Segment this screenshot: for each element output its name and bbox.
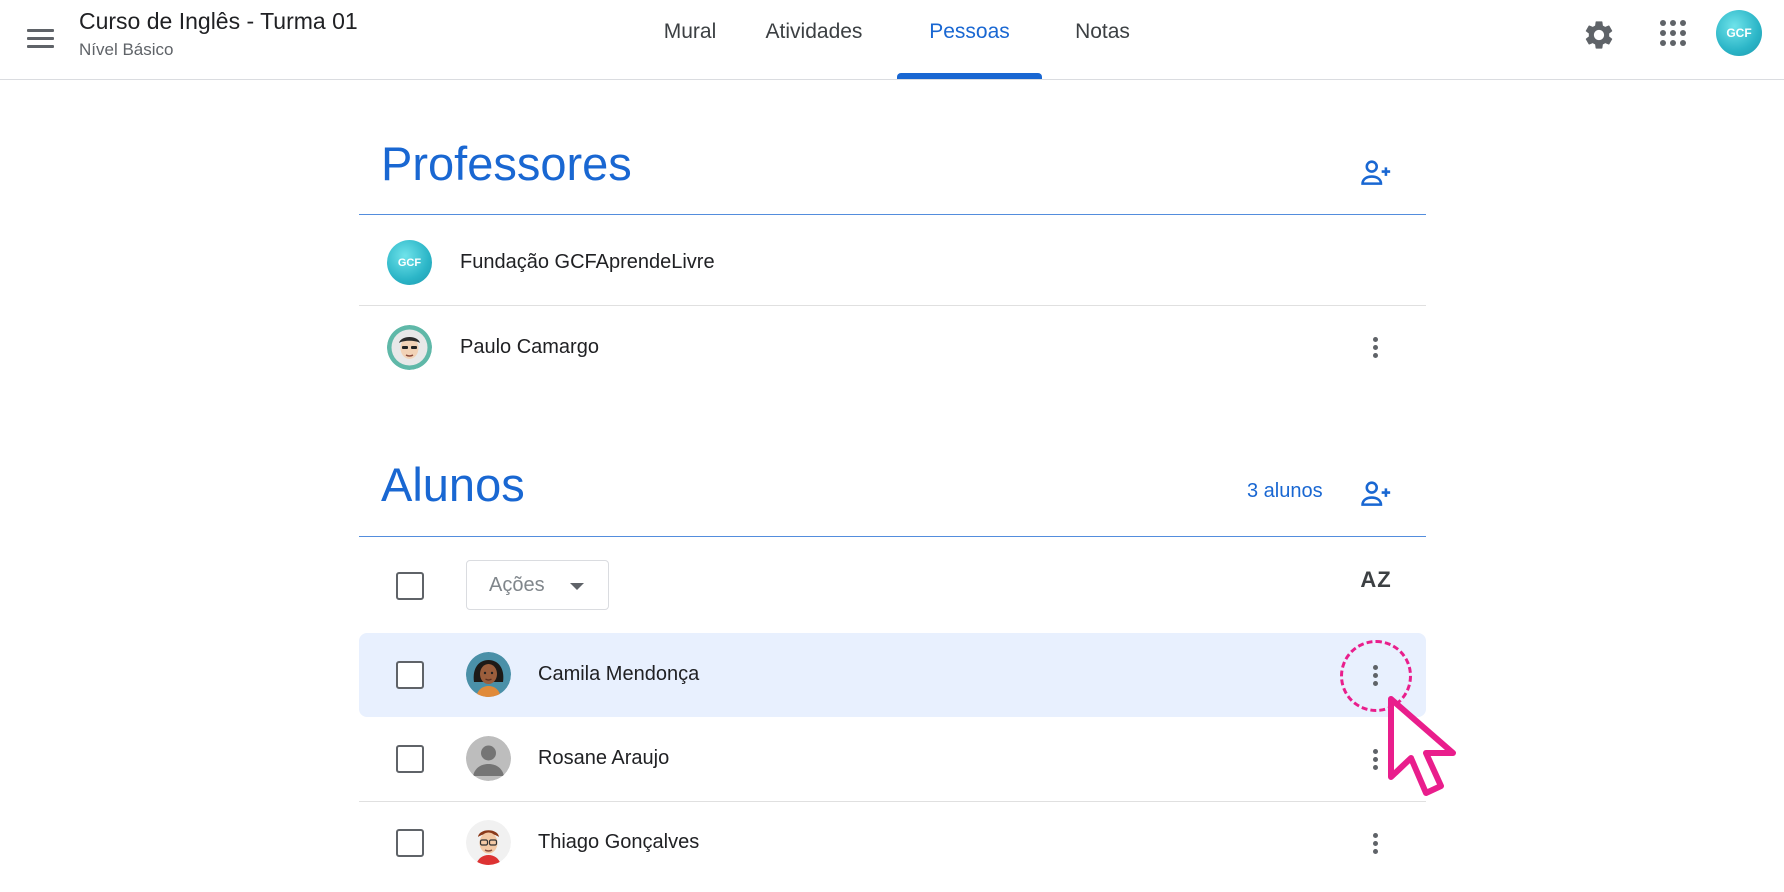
invite-teacher-icon[interactable] bbox=[1358, 155, 1394, 191]
class-title[interactable]: Curso de Inglês - Turma 01 bbox=[79, 8, 358, 35]
account-avatar-label: GCF bbox=[1726, 26, 1752, 40]
teachers-section-title: Professores bbox=[381, 137, 632, 190]
invite-student-icon[interactable] bbox=[1358, 476, 1394, 512]
students-section-title: Alunos bbox=[381, 458, 525, 511]
menu-icon[interactable] bbox=[22, 20, 58, 56]
chevron-down-icon bbox=[570, 583, 584, 590]
cursor-arrow-icon bbox=[1388, 696, 1456, 796]
active-tab-indicator bbox=[897, 73, 1042, 79]
avatar bbox=[387, 325, 432, 370]
sort-az-icon[interactable]: AZ bbox=[1358, 562, 1394, 598]
tab-mural[interactable]: Mural bbox=[640, 20, 740, 80]
student-checkbox[interactable] bbox=[396, 661, 424, 689]
row-divider bbox=[359, 305, 1426, 306]
avatar: GCF bbox=[387, 240, 432, 285]
tab-atividades[interactable]: Atividades bbox=[759, 20, 869, 80]
select-all-checkbox[interactable] bbox=[396, 572, 424, 600]
student-name: Rosane Araujo bbox=[538, 747, 670, 769]
actions-dropdown[interactable]: Ações bbox=[466, 560, 609, 610]
avatar bbox=[466, 736, 511, 781]
more-options-icon[interactable] bbox=[1355, 327, 1395, 367]
teacher-name: Paulo Camargo bbox=[460, 336, 599, 358]
avatar bbox=[466, 652, 511, 697]
tab-notas[interactable]: Notas bbox=[1070, 20, 1135, 80]
row-divider bbox=[359, 801, 1426, 802]
student-checkbox[interactable] bbox=[396, 829, 424, 857]
students-count: 3 alunos bbox=[1247, 480, 1323, 502]
student-name: Thiago Gonçalves bbox=[538, 831, 700, 853]
apps-grid-icon[interactable] bbox=[1660, 20, 1686, 46]
highlighted-row bbox=[359, 633, 1426, 717]
tab-pessoas[interactable]: Pessoas bbox=[917, 20, 1022, 80]
student-name: Camila Mendonça bbox=[538, 663, 700, 685]
teacher-avatar-label: GCF bbox=[397, 256, 422, 269]
more-options-icon[interactable] bbox=[1355, 823, 1395, 863]
student-checkbox[interactable] bbox=[396, 745, 424, 773]
students-divider bbox=[359, 536, 1426, 537]
gear-icon[interactable] bbox=[1580, 16, 1618, 54]
account-avatar[interactable]: GCF bbox=[1716, 10, 1762, 56]
avatar bbox=[466, 820, 511, 865]
actions-dropdown-label: Ações bbox=[489, 574, 545, 596]
top-app-bar: Curso de Inglês - Turma 01 Nível Básico … bbox=[0, 0, 1784, 80]
teacher-name: Fundação GCFAprendeLivre bbox=[460, 251, 715, 273]
class-subtitle: Nível Básico bbox=[79, 40, 174, 59]
teachers-divider bbox=[359, 214, 1426, 215]
